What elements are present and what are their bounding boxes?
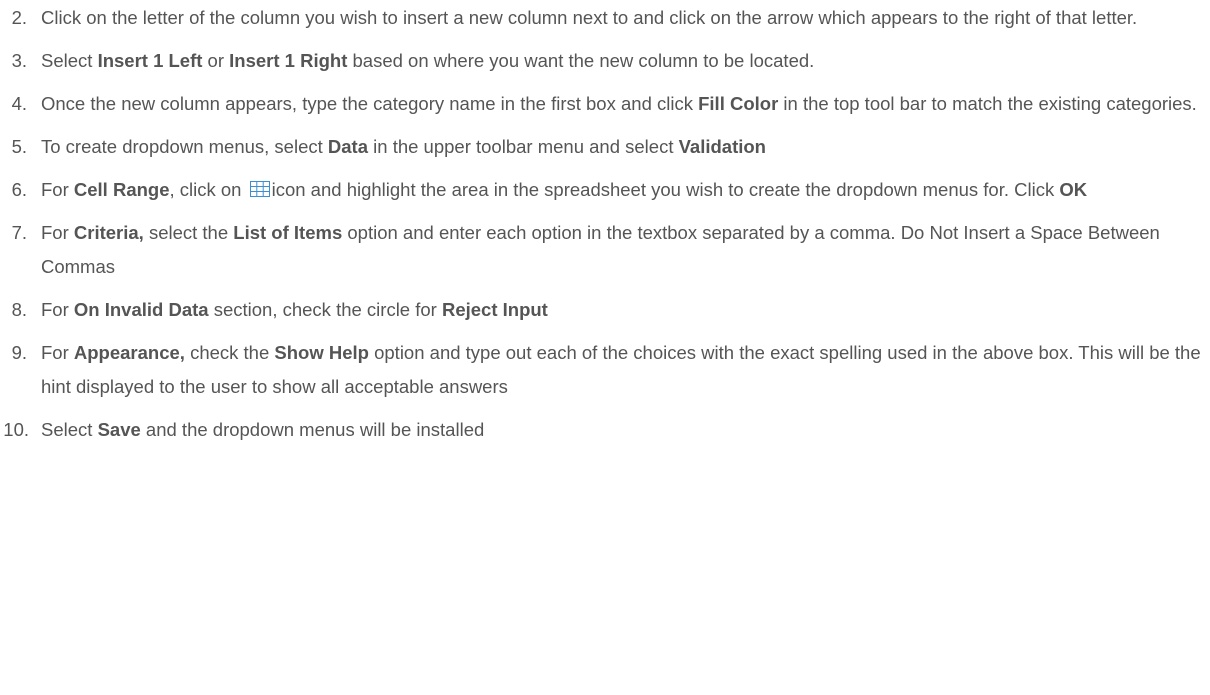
step-text: For <box>41 222 74 243</box>
step-number: 6. <box>11 179 27 200</box>
step-number: 2. <box>11 7 27 28</box>
list-item: 9. For Appearance, check the Show Help op… <box>0 336 1210 404</box>
bold-term: OK <box>1059 179 1088 200</box>
bold-term: Save <box>97 419 141 440</box>
bold-term: Fill Color <box>698 93 779 114</box>
step-text: , click on <box>169 179 247 200</box>
step-number: 9. <box>11 342 27 363</box>
step-text: check the <box>184 342 275 363</box>
bold-term: Criteria, <box>73 222 144 243</box>
list-item: 5. To create dropdown menus, select Data … <box>0 130 1210 164</box>
bold-term: List of Items <box>233 222 343 243</box>
step-number: 8. <box>11 299 27 320</box>
step-text: based on where you want the new column t… <box>347 50 815 71</box>
instruction-list: 2. Click on the letter of the column you … <box>0 1 1210 456</box>
list-item: 10. Select Save and the dropdown menus wi… <box>0 413 1210 447</box>
list-item: 6. For Cell Range, click on icon and high… <box>0 173 1210 207</box>
step-text: Once the new column appears, type the ca… <box>41 93 699 114</box>
bold-term: Validation <box>678 136 766 157</box>
step-text: select the <box>143 222 234 243</box>
list-item: 4. Once the new column appears, type the … <box>0 87 1210 121</box>
step-number: 5. <box>11 136 27 157</box>
bold-term: Insert 1 Left <box>97 50 203 71</box>
step-text: or <box>202 50 230 71</box>
list-item: 3. Select Insert 1 Left or Insert 1 Right… <box>0 44 1210 78</box>
step-text: For <box>41 179 74 200</box>
step-text: For <box>41 342 74 363</box>
step-number: 4. <box>11 93 27 114</box>
step-text: and the dropdown menus will be installed <box>140 419 485 440</box>
step-text: For <box>41 299 74 320</box>
list-item: 7. For Criteria, select the List of Items… <box>0 216 1210 284</box>
bold-term: On Invalid Data <box>73 299 209 320</box>
list-item: 8. For On Invalid Data section, check the… <box>0 293 1210 327</box>
bold-term: Cell Range <box>73 179 170 200</box>
step-text: Click on the letter of the column you wi… <box>41 7 1138 28</box>
step-text: To create dropdown menus, select <box>41 136 328 157</box>
bold-term: Appearance, <box>73 342 185 363</box>
bold-term: Reject Input <box>441 299 548 320</box>
list-item: 2. Click on the letter of the column you … <box>0 1 1210 35</box>
step-text: section, check the circle for <box>208 299 442 320</box>
step-number: 10. <box>3 419 29 440</box>
step-text: Select <box>41 419 98 440</box>
bold-term: Show Help <box>274 342 369 363</box>
step-text: in the top tool bar to match the existin… <box>778 93 1197 114</box>
step-number: 3. <box>11 50 27 71</box>
step-text: in the upper toolbar menu and select <box>368 136 679 157</box>
step-number: 7. <box>11 222 27 243</box>
grid-icon <box>249 181 270 197</box>
bold-term: Insert 1 Right <box>229 50 348 71</box>
step-text: icon and highlight the area in the sprea… <box>271 179 1060 200</box>
step-text: Select <box>41 50 98 71</box>
bold-term: Data <box>327 136 369 157</box>
